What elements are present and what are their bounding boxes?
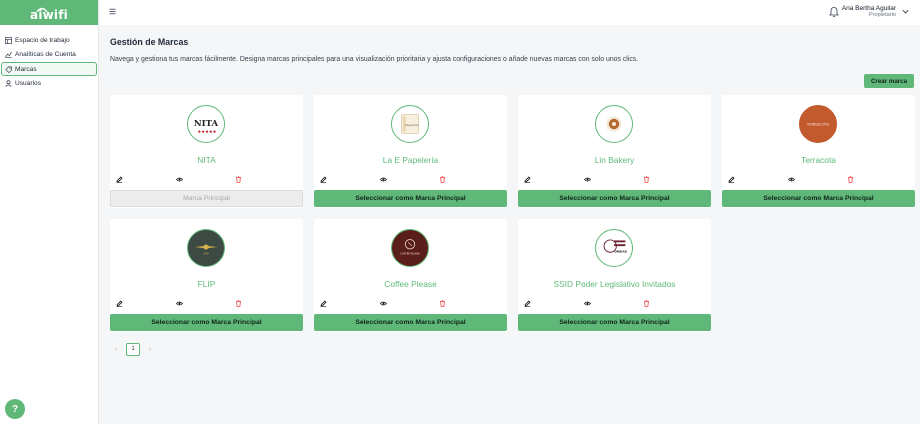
page-description: Navega y gestiona tus marcas fácilmente.… (110, 56, 639, 63)
trash-icon[interactable] (643, 300, 650, 307)
brand-card: FLIP FLIP Seleccionar como Marca Princip… (110, 219, 303, 332)
brand-card: Papelería La E Papelería Seleccionar com… (314, 95, 507, 208)
brand-card: UNIDAD SSID Poder Legislativo Invitados … (518, 219, 711, 332)
topbar: Ana Bertha Aguilar Propietario (100, 0, 920, 25)
select-main-brand-button[interactable]: Seleccionar como Marca Principal (722, 190, 915, 207)
edit-icon[interactable] (320, 300, 327, 307)
brand-logo: TERRACOTA (799, 105, 837, 143)
edit-icon[interactable] (116, 176, 123, 183)
trash-icon[interactable] (235, 300, 242, 307)
brand-logo: FLIP (187, 229, 225, 267)
bell-icon[interactable] (829, 6, 839, 17)
brand-logo-text: TERRACOTA (807, 122, 830, 126)
main-content: Gestión de Marcas Navega y gestiona tus … (100, 25, 920, 424)
sidebar-item-label: Espacio de trabajo (15, 36, 70, 44)
edit-icon[interactable] (116, 300, 123, 307)
edit-icon[interactable] (728, 176, 735, 183)
brand-logo-text: COFFEE PLEASE (400, 252, 420, 256)
eye-icon[interactable] (176, 176, 183, 183)
brand-logo-text: Papelería (405, 123, 419, 127)
eye-icon[interactable] (584, 176, 591, 183)
menu-icon[interactable] (109, 8, 116, 15)
brand-logo-text: FLIP (203, 252, 209, 256)
page-number-button[interactable]: 1 (126, 342, 140, 356)
wifi-arc-icon (36, 7, 48, 13)
trash-icon[interactable] (235, 176, 242, 183)
create-brand-button[interactable]: Crear marca (864, 74, 914, 88)
brand-card: TERRACOTA Terracota Seleccionar como Mar… (722, 95, 915, 208)
select-main-brand-button[interactable]: Seleccionar como Marca Principal (518, 190, 711, 207)
pagination: ‹ 1 › (110, 342, 156, 356)
select-main-brand-button[interactable]: Seleccionar como Marca Principal (314, 314, 507, 331)
brand-name: FLIP (197, 279, 216, 289)
brand-logo-text: NITA (194, 119, 219, 129)
sidebar-item-label: Analíticas de Cuenta (15, 51, 76, 59)
page-title: Gestión de Marcas (110, 37, 189, 47)
brand-name: Terracota (801, 155, 836, 165)
trash-icon[interactable] (439, 300, 446, 307)
trash-icon[interactable] (847, 176, 854, 183)
workspace-icon (4, 36, 12, 44)
next-page-button[interactable]: › (144, 343, 156, 355)
edit-icon[interactable] (320, 176, 327, 183)
brand-name: La E Papelería (382, 155, 439, 165)
sidebar-item-label: Marcas (15, 65, 37, 73)
chevron-down-icon[interactable] (902, 8, 909, 15)
sidebar-item-users[interactable]: Usuarios (1, 77, 97, 91)
sidebar: aiwifi Espacio de trabajo Analíticas de … (0, 0, 99, 424)
main-brand-button: Marca Principal (110, 190, 303, 207)
brand-logo: NITA (187, 105, 225, 143)
eye-icon[interactable] (380, 176, 387, 183)
brand-card: COFFEE PLEASE Coffee Please Seleccionar … (314, 219, 507, 332)
sidebar-item-label: Usuarios (15, 80, 42, 88)
help-button[interactable]: ? (5, 399, 25, 419)
trash-icon[interactable] (439, 176, 446, 183)
select-main-brand-button[interactable]: Seleccionar como Marca Principal (110, 314, 303, 331)
brand-logo (595, 105, 633, 143)
edit-icon[interactable] (524, 176, 531, 183)
user-name[interactable]: Ana Bertha Aguilar (842, 5, 896, 12)
select-main-brand-button[interactable]: Seleccionar como Marca Principal (518, 314, 711, 331)
trash-icon[interactable] (643, 176, 650, 183)
select-main-brand-button[interactable]: Seleccionar como Marca Principal (314, 190, 507, 207)
brand-card: NITA NITA Marca Principal (110, 95, 303, 208)
user-icon (4, 80, 12, 88)
brand-icon (4, 65, 12, 73)
sidebar-nav: Espacio de trabajo Analíticas de Cuenta … (0, 25, 98, 91)
brand-logo-text: UNIDAD (614, 250, 627, 254)
eye-icon[interactable] (788, 176, 795, 183)
analytics-icon (4, 51, 12, 59)
logo-bar[interactable]: aiwifi (0, 0, 98, 25)
brand-name: Coffee Please (384, 279, 437, 289)
sidebar-item-brands[interactable]: Marcas (1, 62, 97, 77)
brand-name: NITA (197, 155, 216, 165)
sidebar-item-analytics[interactable]: Analíticas de Cuenta (1, 48, 97, 62)
eye-icon[interactable] (584, 300, 591, 307)
user-role: Propietario (868, 12, 896, 18)
sidebar-item-workspace[interactable]: Espacio de trabajo (1, 33, 97, 47)
brand-name: Lin Bakery (594, 155, 635, 165)
edit-icon[interactable] (524, 300, 531, 307)
brand-logo: UNIDAD (595, 229, 633, 267)
brand-logo: Papelería (391, 105, 429, 143)
brand-card: Lin Bakery Seleccionar como Marca Princi… (518, 95, 711, 208)
eye-icon[interactable] (380, 300, 387, 307)
prev-page-button[interactable]: ‹ (110, 343, 122, 355)
eye-icon[interactable] (176, 300, 183, 307)
brand-name: SSID Poder Legislativo Invitados (553, 279, 676, 289)
brand-logo: COFFEE PLEASE (391, 229, 429, 267)
